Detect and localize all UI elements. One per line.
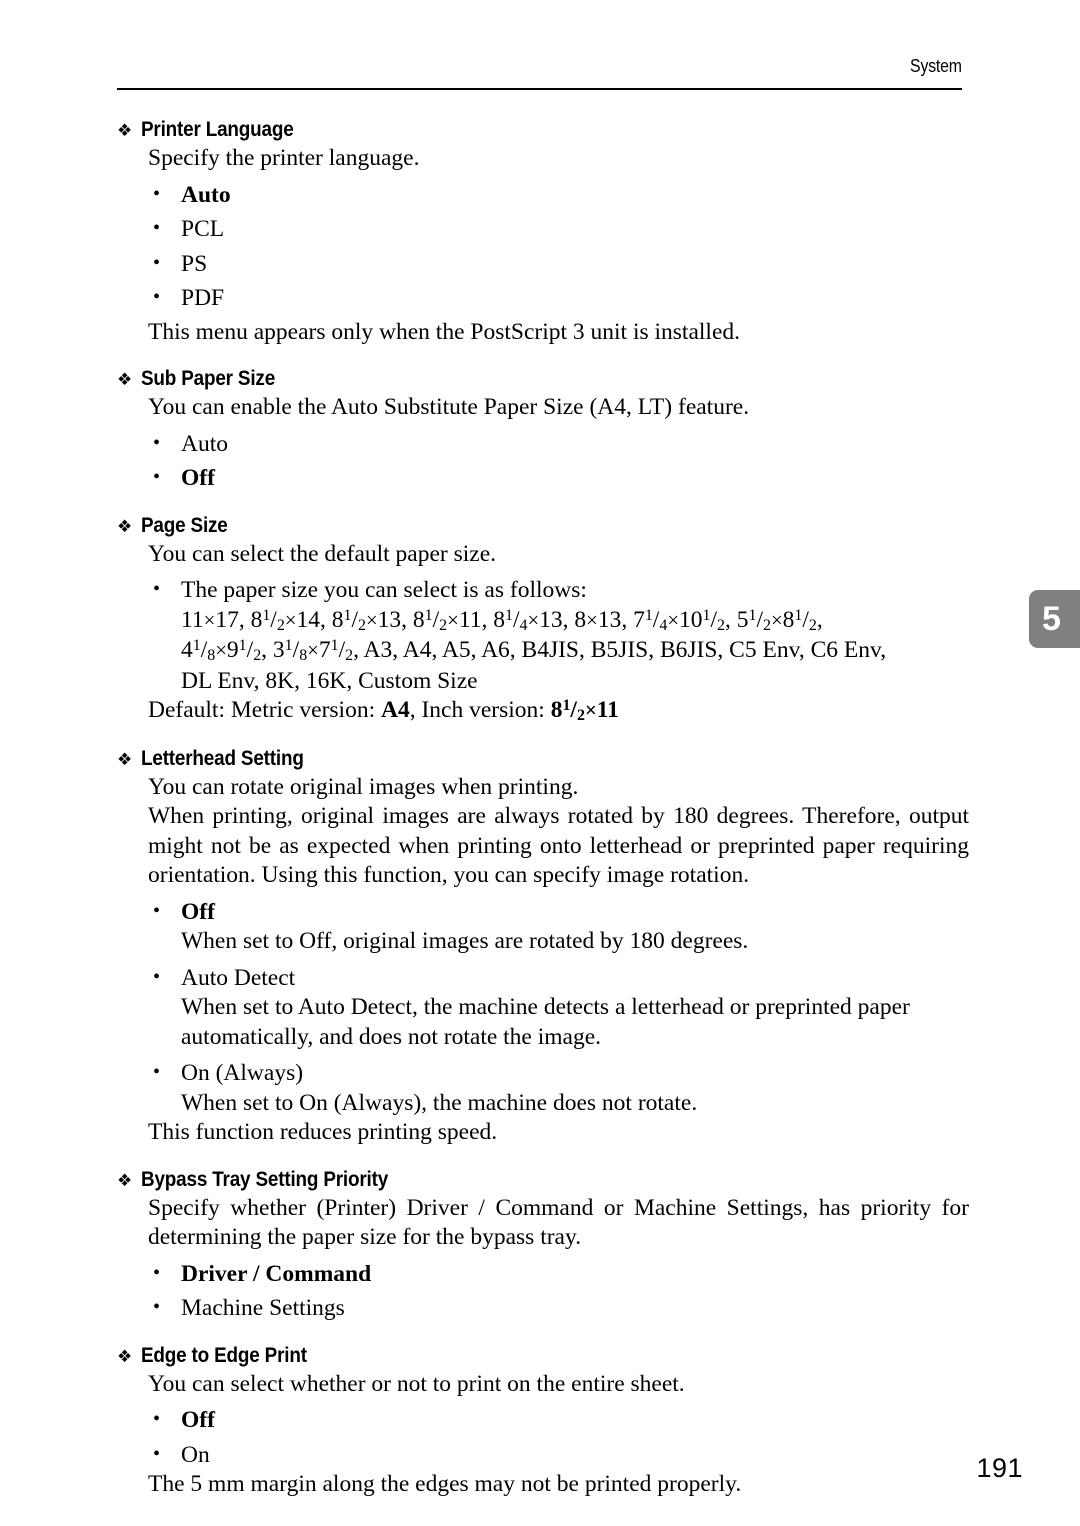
section-title: Edge to Edge Print xyxy=(141,1343,307,1367)
section-page-size: ❖ Page Size You can select the default p… xyxy=(117,514,969,727)
list-item: PCL xyxy=(117,214,969,245)
list-item: Driver / Command xyxy=(117,1259,969,1290)
chapter-tab-number: 5 xyxy=(1042,600,1061,638)
section-heading: ❖ Letterhead Setting xyxy=(117,747,969,771)
section-title: Sub Paper Size xyxy=(141,367,276,390)
option-label: PCL xyxy=(181,216,225,242)
diamond-bullet-icon: ❖ xyxy=(117,121,133,140)
section-printer-language: ❖ Printer Language Specify the printer l… xyxy=(117,118,969,347)
section-bypass-tray-setting-priority: ❖ Bypass Tray Setting Priority Specify w… xyxy=(117,1168,969,1324)
section-note: The 5 mm margin along the edges may not … xyxy=(148,1471,742,1497)
page-size-default-line: Default: Metric version: A4, Inch versio… xyxy=(117,696,969,727)
paper-size-line-3: DL Env, 8K, 16K, Custom Size xyxy=(181,667,478,694)
option-description: When set to Off, original images are rot… xyxy=(181,928,749,954)
diamond-bullet-icon: ❖ xyxy=(117,516,133,536)
option-label: PS xyxy=(181,250,208,277)
diamond-bullet-icon: ❖ xyxy=(117,749,133,769)
section-body: When printing, original images are alway… xyxy=(148,803,969,888)
default-metric-value: A4 xyxy=(380,697,410,723)
option-list: Auto Off xyxy=(117,429,969,494)
option-label: Auto Detect xyxy=(181,964,296,991)
option-label: The paper size you can select is as foll… xyxy=(181,577,587,603)
section-title: Printer Language xyxy=(141,118,294,141)
section-title: Letterhead Setting xyxy=(141,746,304,770)
list-item: Auto xyxy=(117,429,969,460)
option-label: Off xyxy=(181,898,215,925)
option-label: Machine Settings xyxy=(181,1295,345,1321)
default-inch-value: 81/2×11 xyxy=(550,696,619,724)
header-rule xyxy=(117,88,962,90)
option-label: On xyxy=(181,1441,210,1468)
section-sub-paper-size: ❖ Sub Paper Size You can enable the Auto… xyxy=(117,367,969,494)
section-heading: ❖ Printer Language xyxy=(117,118,969,142)
paper-size-line-1: 11×17, 81/2×14, 81/2×13, 81/2×11, 81/4×1… xyxy=(181,606,823,634)
section-body: Specify whether (Printer) Driver / Comma… xyxy=(148,1194,969,1251)
option-label: PDF xyxy=(181,285,225,311)
section-intro: You can select the default paper size. xyxy=(148,540,497,567)
diamond-bullet-icon: ❖ xyxy=(117,1170,133,1190)
section-edge-to-edge-print: ❖ Edge to Edge Print You can select whet… xyxy=(117,1344,969,1500)
paper-size-line-2: 41/8×91/2, 31/8×71/2, A3, A4, A5, A6, B4… xyxy=(181,636,887,664)
section-intro: You can enable the Auto Substitute Paper… xyxy=(148,394,750,420)
section-intro: Specify the printer language. xyxy=(148,145,420,171)
running-header-title: System xyxy=(910,56,962,76)
section-title: Page Size xyxy=(141,513,228,537)
page-content: ❖ Printer Language Specify the printer l… xyxy=(117,118,969,1500)
list-item: Off When set to Off, original images are… xyxy=(117,897,969,957)
option-list: Off On xyxy=(117,1405,969,1471)
option-description: When set to Auto Detect, the machine det… xyxy=(181,994,910,1050)
paper-size-block: 11×17, 81/2×14, 81/2×13, 81/2×11, 81/4×1… xyxy=(181,606,969,697)
option-list: The paper size you can select is as foll… xyxy=(117,575,969,697)
section-heading: ❖ Sub Paper Size xyxy=(117,367,969,391)
section-title: Bypass Tray Setting Priority xyxy=(141,1167,389,1191)
list-item: PS xyxy=(117,249,969,280)
section-letterhead-setting: ❖ Letterhead Setting You can rotate orig… xyxy=(117,747,969,1148)
option-label: Off xyxy=(181,1407,215,1433)
option-label: Auto xyxy=(181,181,231,208)
default-middle: , Inch version: xyxy=(409,697,551,723)
option-label: Auto xyxy=(181,430,228,457)
option-list: Off When set to Off, original images are… xyxy=(117,897,969,1119)
list-item: Machine Settings xyxy=(117,1293,969,1324)
default-prefix: Default: Metric version: xyxy=(148,697,381,723)
list-item: Off xyxy=(117,1405,969,1436)
option-list: Driver / Command Machine Settings xyxy=(117,1259,969,1324)
list-item: PDF xyxy=(117,283,969,314)
list-item: On (Always) When set to On (Always), the… xyxy=(117,1058,969,1118)
option-list: Auto PCL PS PDF xyxy=(117,180,969,314)
section-intro: You can rotate original images when prin… xyxy=(148,773,579,800)
section-note: This menu appears only when the PostScri… xyxy=(148,318,740,345)
option-label: On (Always) xyxy=(181,1060,304,1086)
option-label: Driver / Command xyxy=(181,1260,372,1287)
section-heading: ❖ Page Size xyxy=(117,514,969,538)
list-item: Auto Detect When set to Auto Detect, the… xyxy=(117,963,969,1053)
option-label: Off xyxy=(181,465,215,491)
document-page: System 5 ❖ Printer Language Specify the … xyxy=(0,0,1080,1526)
section-note: This function reduces printing speed. xyxy=(148,1119,498,1145)
list-item: Auto xyxy=(117,180,969,211)
list-item: Off xyxy=(117,463,969,494)
diamond-bullet-icon: ❖ xyxy=(117,370,133,389)
list-item: On xyxy=(117,1440,969,1471)
section-heading: ❖ Bypass Tray Setting Priority xyxy=(117,1168,969,1192)
list-item: The paper size you can select is as foll… xyxy=(117,575,969,697)
section-heading: ❖ Edge to Edge Print xyxy=(117,1344,969,1368)
page-number: 191 xyxy=(976,1453,1023,1483)
diamond-bullet-icon: ❖ xyxy=(117,1346,133,1366)
chapter-tab: 5 xyxy=(1029,590,1080,648)
section-intro: You can select whether or not to print o… xyxy=(148,1370,685,1397)
running-header: System xyxy=(117,56,962,77)
option-description: When set to On (Always), the machine doe… xyxy=(181,1089,698,1116)
